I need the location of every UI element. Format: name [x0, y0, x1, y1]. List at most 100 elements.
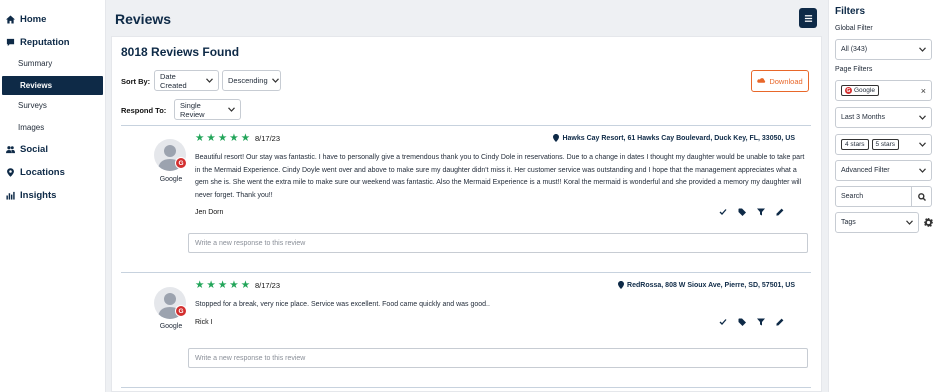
star-icon: ★ [206, 279, 216, 291]
tags-value: Tags [841, 219, 856, 226]
google-badge-icon: G [175, 305, 187, 317]
review-location[interactable]: Hawks Cay Resort, 61 Hawks Cay Boulevard… [553, 134, 795, 142]
chevron-down-icon [919, 47, 926, 52]
clear-icon[interactable]: × [921, 86, 926, 96]
filter-icon[interactable] [757, 208, 765, 216]
star-icon: ★ [229, 279, 239, 291]
search-input[interactable]: Search [835, 186, 912, 207]
sidebar-item-home[interactable]: Home [0, 10, 106, 28]
sidebar: Home Reputation Summary Reviews Surveys … [0, 0, 106, 392]
response-input[interactable]: Write a new response to this review [188, 348, 808, 368]
sidebar-item-label: Summary [18, 59, 53, 68]
reviews-count: 8018 Reviews Found [121, 45, 240, 59]
divider [121, 272, 811, 273]
date-range-select[interactable]: Last 3 Months [835, 107, 932, 128]
tag-icon[interactable] [738, 318, 746, 326]
advanced-filter-select[interactable]: Advanced Filter [835, 160, 932, 181]
sidebar-item-label: Home [20, 13, 47, 25]
sidebar-item-label: Social [20, 143, 48, 155]
reputation-icon [6, 38, 15, 46]
chevron-down-icon [919, 115, 926, 120]
page-header: Reviews [107, 0, 825, 36]
star-rating: ★ ★ ★ ★ ★ [195, 279, 251, 291]
review-text: Beautiful resort! Our stay was fantastic… [195, 154, 805, 199]
star-icon: ★ [217, 279, 228, 291]
sidebar-item-locations[interactable]: Locations [0, 163, 106, 181]
review-location[interactable]: RedRossa, 808 W Sioux Ave, Pierre, SD, 5… [618, 281, 795, 289]
search-icon [917, 192, 926, 201]
sidebar-item-label: Locations [20, 166, 65, 178]
star-icon: ★ [229, 132, 239, 144]
review-actions [719, 318, 784, 326]
global-filter-value: All (343) [841, 46, 868, 53]
chevron-down-icon [228, 107, 235, 112]
advanced-filter-value: Advanced Filter [841, 167, 890, 174]
filters-title: Filters [835, 6, 866, 17]
filter-icon[interactable] [757, 318, 765, 326]
source-chip[interactable]: G Google [841, 85, 879, 96]
pencil-icon[interactable] [776, 318, 784, 326]
star-rating: ★ ★ ★ ★ ★ [195, 132, 250, 144]
tag-icon[interactable] [738, 208, 746, 216]
sort-by-select[interactable]: Date Created [154, 70, 219, 91]
global-filter-label: Global Filter [835, 25, 873, 32]
star-icon: ★ [206, 132, 216, 144]
rating-chip[interactable]: 5 stars [871, 139, 900, 150]
sidebar-item-label: Surveys [18, 101, 47, 110]
sidebar-item-label: Reviews [20, 81, 53, 90]
global-filter-select[interactable]: All (343) [835, 39, 932, 60]
sidebar-item-label: Insights [20, 189, 57, 201]
tags-select[interactable]: Tags [835, 212, 919, 233]
filter-search: Search [835, 186, 932, 207]
sidebar-item-reviews[interactable]: Reviews [2, 76, 103, 95]
star-icon: ★ [217, 132, 228, 144]
sliders-icon [804, 14, 812, 22]
location-text: Hawks Cay Resort, 61 Hawks Cay Boulevard… [562, 134, 795, 142]
rating-filter[interactable]: 4 stars 5 stars [835, 134, 932, 155]
divider [121, 125, 811, 126]
response-input[interactable]: Write a new response to this review [188, 233, 808, 253]
star-icon: ★ [195, 279, 205, 291]
chart-icon [6, 191, 15, 200]
check-icon[interactable] [719, 208, 727, 216]
rating-chips: 4 stars 5 stars [841, 139, 900, 150]
divider [121, 387, 811, 388]
review-text: Stopped for a break, very nice place. Se… [195, 301, 490, 308]
check-icon[interactable] [719, 318, 727, 326]
sidebar-item-social[interactable]: Social [0, 140, 106, 158]
review-source: Google [159, 323, 183, 330]
sort-order-select[interactable]: Descending [222, 70, 281, 91]
source-filter[interactable]: G Google × [835, 80, 932, 101]
star-icon: ★ [240, 279, 251, 291]
sort-order-value: Descending [228, 76, 268, 85]
home-icon [6, 14, 15, 24]
download-button[interactable]: Download [751, 70, 809, 92]
sidebar-item-insights[interactable]: Insights [0, 186, 106, 204]
filters-panel: Filters Global Filter All (343) Page Fil… [828, 0, 936, 392]
google-badge-icon: G [175, 157, 187, 169]
respond-to-select[interactable]: Single Review [174, 99, 241, 120]
page-title: Reviews [115, 11, 172, 27]
search-button[interactable] [912, 186, 932, 207]
sort-label: Sort By: [121, 77, 151, 86]
review-source: Google [159, 176, 183, 183]
sidebar-item-reputation[interactable]: Reputation [0, 33, 106, 51]
chevron-down-icon [206, 78, 213, 83]
sidebar-item-surveys[interactable]: Surveys [0, 96, 106, 115]
review-author: Rick I [195, 319, 213, 326]
respond-to-value: Single Review [180, 100, 205, 119]
sort-by-value: Date Created [160, 71, 187, 90]
filter-toggle-button[interactable] [799, 8, 817, 28]
respond-label: Respond To: [121, 106, 167, 115]
review-author: Jen Dorn [195, 209, 224, 216]
sidebar-item-images[interactable]: Images [0, 118, 106, 137]
gear-icon[interactable] [924, 218, 933, 227]
review-actions [719, 208, 784, 216]
pencil-icon[interactable] [776, 208, 784, 216]
rating-chip[interactable]: 4 stars [841, 139, 869, 150]
page-filters-label: Page Filters [835, 66, 873, 73]
sidebar-item-summary[interactable]: Summary [0, 54, 106, 73]
download-label: Download [769, 76, 803, 86]
location-text: RedRossa, 808 W Sioux Ave, Pierre, SD, 5… [627, 281, 795, 289]
map-pin-icon [618, 281, 625, 289]
